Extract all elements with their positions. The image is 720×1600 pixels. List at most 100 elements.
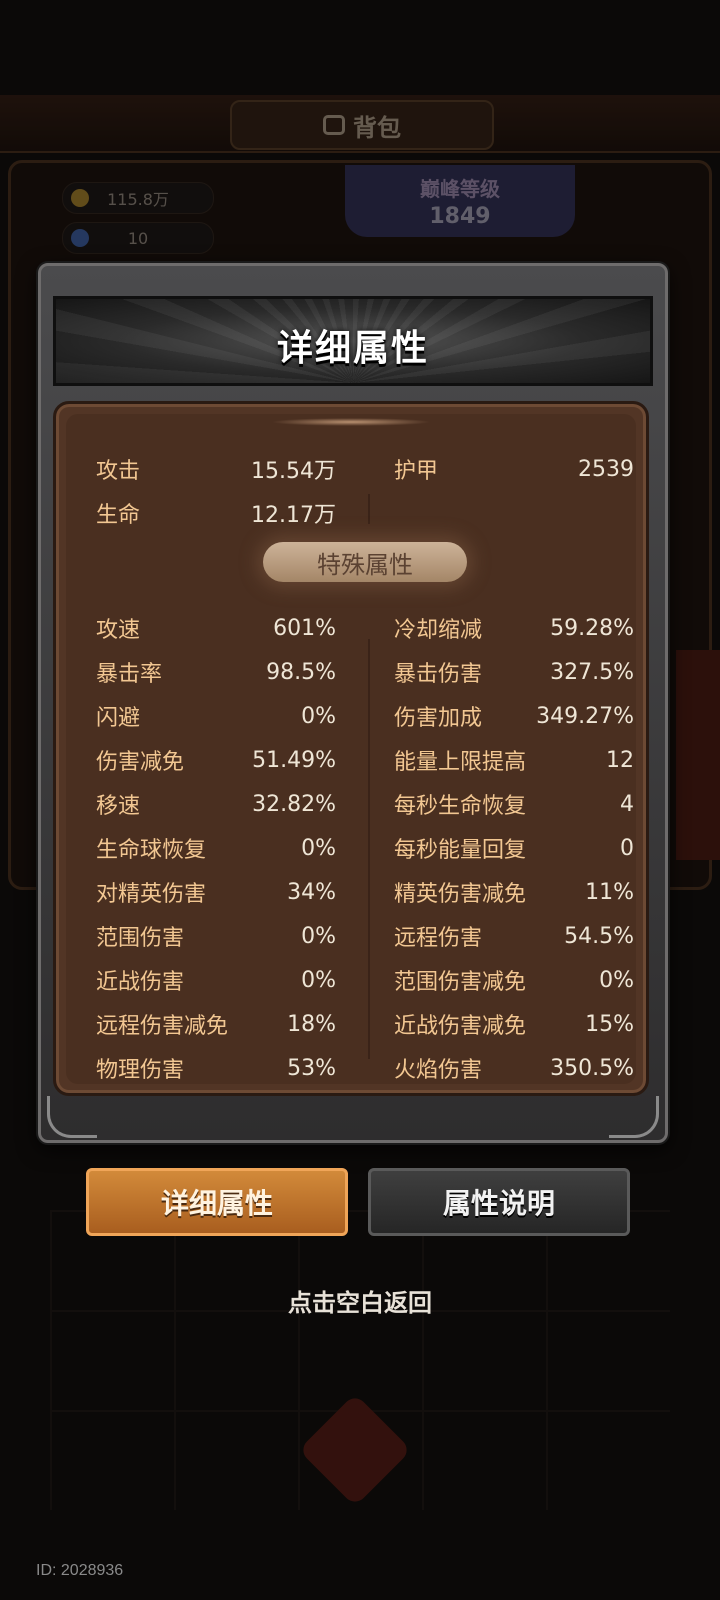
stat-label: 攻速 bbox=[96, 618, 141, 643]
attribute-modal: 详细属性 攻击 15.54万 生命 12.17万 护甲 2539 特殊属性 攻速… bbox=[38, 263, 668, 1143]
stats-panel: 攻击 15.54万 生命 12.17万 护甲 2539 特殊属性 攻速 601% … bbox=[53, 401, 649, 1096]
divider-special bbox=[368, 639, 370, 1059]
gold-value: 115.8万 bbox=[107, 190, 169, 209]
stat-value: 18% bbox=[287, 1011, 336, 1037]
stat-value: 4 bbox=[620, 791, 634, 817]
stat-value: 12.17万 bbox=[251, 503, 336, 528]
stat-value: 59.28% bbox=[550, 615, 634, 641]
stat-value: 0% bbox=[301, 923, 336, 949]
modal-banner: 详细属性 bbox=[53, 296, 653, 386]
stat-row: 生命 12.17万 bbox=[96, 495, 336, 531]
special-attributes-header: 特殊属性 bbox=[263, 542, 467, 582]
stat-label: 远程伤害 bbox=[394, 926, 483, 951]
corner-ornament-left bbox=[47, 1096, 97, 1138]
stat-label: 火焰伤害 bbox=[394, 1058, 483, 1083]
stat-row: 范围伤害 0% bbox=[96, 918, 336, 954]
stat-row: 暴击伤害 327.5% bbox=[394, 654, 634, 690]
stat-value: 15% bbox=[585, 1011, 634, 1037]
stat-row: 生命球恢复 0% bbox=[96, 830, 336, 866]
stat-label: 护甲 bbox=[394, 459, 439, 484]
screen[interactable]: 背包 115.8万 10 巅峰等级 1849 详细属性 攻击 15.54万 生命… bbox=[0, 0, 720, 1600]
stat-label: 伤害减免 bbox=[96, 750, 185, 775]
tab-attribute-description[interactable]: 属性说明 bbox=[368, 1168, 630, 1236]
stat-label: 范围伤害减免 bbox=[394, 970, 527, 995]
stat-value: 0% bbox=[301, 703, 336, 729]
stat-label: 生命 bbox=[96, 503, 141, 528]
stat-value: 15.54万 bbox=[251, 459, 336, 484]
stat-label: 近战伤害 bbox=[96, 970, 185, 995]
side-tab bbox=[676, 650, 720, 860]
stat-row: 伤害加成 349.27% bbox=[394, 698, 634, 734]
stat-label: 暴击伤害 bbox=[394, 662, 483, 687]
divider-base bbox=[368, 494, 370, 524]
stat-label: 伤害加成 bbox=[394, 706, 483, 731]
gold-coin-icon bbox=[71, 189, 89, 207]
stat-label: 远程伤害减免 bbox=[96, 1014, 229, 1039]
peak-level-badge: 巅峰等级 1849 bbox=[345, 165, 575, 237]
stat-row: 对精英伤害 34% bbox=[96, 874, 336, 910]
stat-value: 32.82% bbox=[252, 791, 336, 817]
stat-label: 每秒生命恢复 bbox=[394, 794, 527, 819]
stat-value: 601% bbox=[273, 615, 336, 641]
peak-level-value: 1849 bbox=[429, 204, 491, 229]
stat-label: 近战伤害减免 bbox=[394, 1014, 527, 1039]
stat-value: 0% bbox=[599, 967, 634, 993]
stat-row: 范围伤害减免 0% bbox=[394, 962, 634, 998]
stat-value: 350.5% bbox=[550, 1055, 634, 1081]
stat-label: 对精英伤害 bbox=[96, 882, 207, 907]
stat-value: 327.5% bbox=[550, 659, 634, 685]
stat-value: 349.27% bbox=[536, 703, 634, 729]
stat-label: 冷却缩减 bbox=[394, 618, 483, 643]
bag-icon bbox=[323, 115, 345, 135]
stat-value: 2539 bbox=[578, 456, 634, 482]
stat-label: 能量上限提高 bbox=[394, 750, 527, 775]
stat-label: 移速 bbox=[96, 794, 141, 819]
stats-panel-body: 攻击 15.54万 生命 12.17万 护甲 2539 特殊属性 攻速 601% … bbox=[66, 414, 636, 1084]
stat-row: 攻击 15.54万 bbox=[96, 451, 336, 487]
tap-to-return-hint[interactable]: 点击空白返回 bbox=[0, 1283, 720, 1318]
stat-value: 0 bbox=[620, 835, 634, 861]
bag-title-label: 背包 bbox=[353, 113, 401, 142]
stat-row: 精英伤害减免 11% bbox=[394, 874, 634, 910]
stat-value: 12 bbox=[606, 747, 634, 773]
gold-counter: 115.8万 bbox=[62, 182, 214, 214]
stat-value: 0% bbox=[301, 967, 336, 993]
stat-value: 11% bbox=[585, 879, 634, 905]
stat-row: 闪避 0% bbox=[96, 698, 336, 734]
stat-row: 能量上限提高 12 bbox=[394, 742, 634, 778]
stat-label: 生命球恢复 bbox=[96, 838, 207, 863]
stat-row: 护甲 2539 bbox=[394, 451, 634, 487]
bag-title: 背包 bbox=[230, 100, 494, 150]
tab-detailed-attributes[interactable]: 详细属性 bbox=[86, 1168, 348, 1236]
stat-value: 54.5% bbox=[564, 923, 634, 949]
stat-row: 每秒能量回复 0 bbox=[394, 830, 634, 866]
stat-row: 移速 32.82% bbox=[96, 786, 336, 822]
gem-value: 10 bbox=[127, 228, 149, 248]
panel-glow bbox=[271, 418, 431, 426]
gem-counter: 10 bbox=[62, 222, 214, 254]
stat-label: 物理伤害 bbox=[96, 1058, 185, 1083]
stat-value: 53% bbox=[287, 1055, 336, 1081]
stat-label: 范围伤害 bbox=[96, 926, 185, 951]
stat-value: 0% bbox=[301, 835, 336, 861]
corner-ornament-right bbox=[609, 1096, 659, 1138]
stat-row: 远程伤害 54.5% bbox=[394, 918, 634, 954]
stat-row: 物理伤害 53% bbox=[96, 1050, 336, 1086]
stat-label: 攻击 bbox=[96, 459, 141, 484]
stat-row: 每秒生命恢复 4 bbox=[394, 786, 634, 822]
stat-label: 每秒能量回复 bbox=[394, 838, 527, 863]
stat-label: 暴击率 bbox=[96, 662, 163, 687]
user-id: ID: 2028936 bbox=[36, 1562, 124, 1579]
peak-level-label: 巅峰等级 bbox=[420, 177, 500, 201]
stat-row: 冷却缩减 59.28% bbox=[394, 610, 634, 646]
stat-row: 伤害减免 51.49% bbox=[96, 742, 336, 778]
gem-icon bbox=[71, 229, 89, 247]
stat-value: 51.49% bbox=[252, 747, 336, 773]
stat-row: 近战伤害减免 15% bbox=[394, 1006, 634, 1042]
stat-value: 34% bbox=[287, 879, 336, 905]
stat-row: 暴击率 98.5% bbox=[96, 654, 336, 690]
stat-label: 精英伤害减免 bbox=[394, 882, 527, 907]
stat-row: 火焰伤害 350.5% bbox=[394, 1050, 634, 1086]
modal-title: 详细属性 bbox=[276, 328, 429, 369]
stat-row: 远程伤害减免 18% bbox=[96, 1006, 336, 1042]
